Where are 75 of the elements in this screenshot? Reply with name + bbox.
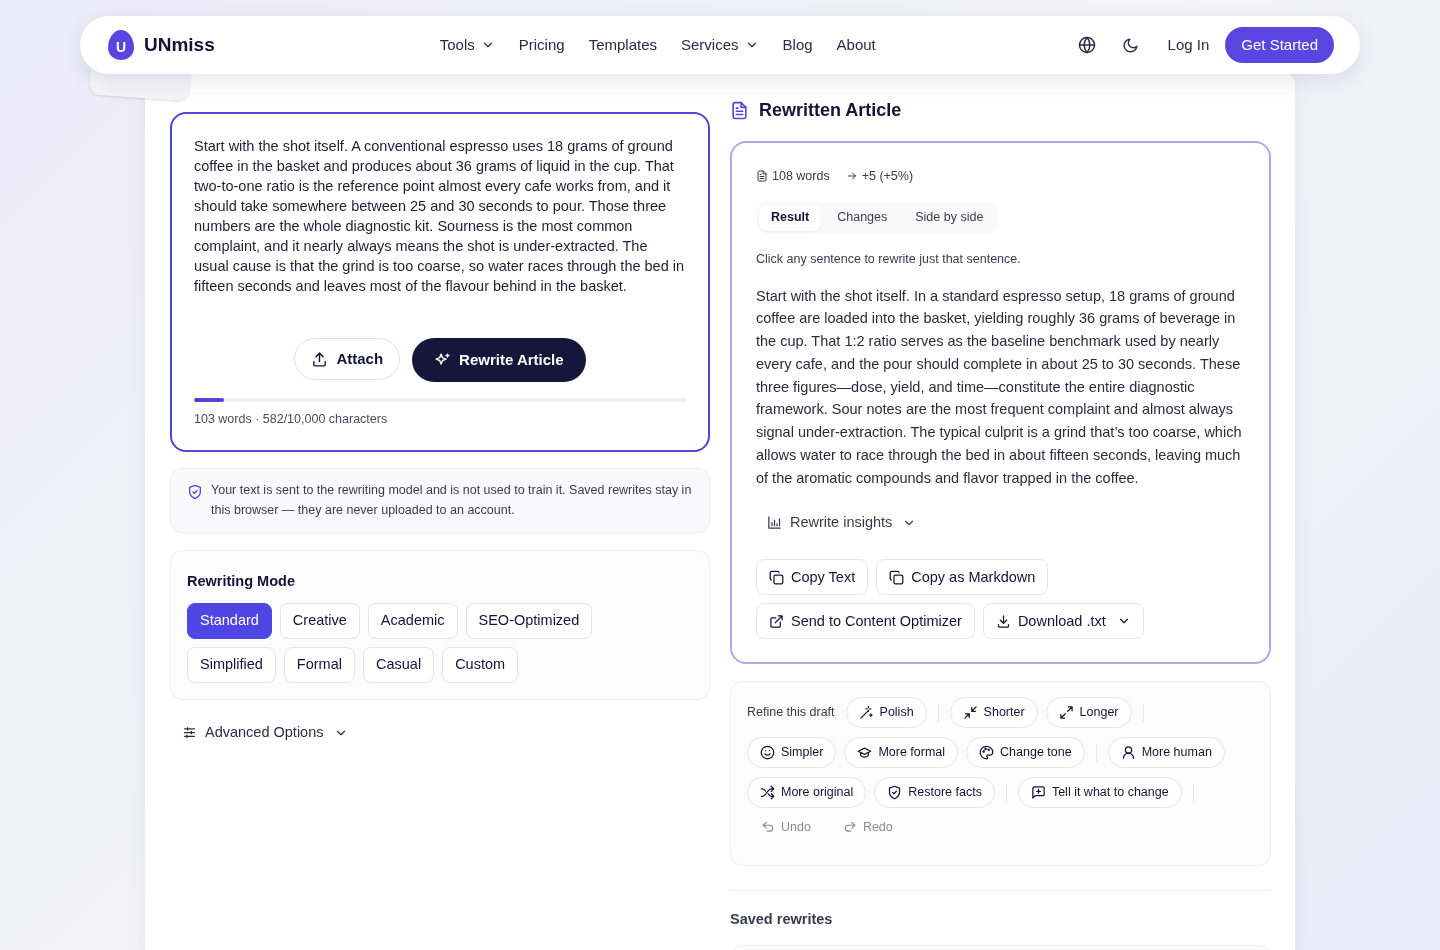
brand-name[interactable]: UNmiss bbox=[144, 30, 215, 60]
attach-button[interactable]: Attach bbox=[294, 338, 401, 380]
nav-link[interactable]: Services bbox=[681, 33, 759, 57]
rewriting-mode-title: Rewriting Mode bbox=[187, 572, 296, 591]
get-started-button[interactable]: Get Started bbox=[1225, 27, 1334, 63]
copy-icon bbox=[769, 569, 784, 585]
nav-link[interactable]: Blog bbox=[782, 33, 813, 57]
person-icon bbox=[1120, 745, 1136, 760]
shrink-arrows-icon bbox=[962, 705, 978, 720]
view-tab[interactable]: Side by side bbox=[903, 204, 996, 231]
redo-icon bbox=[842, 820, 857, 835]
sentence-hint: Click any sentence to rewrite just that sentence. bbox=[756, 250, 1022, 268]
saved-rewrites-title: Saved rewrites bbox=[730, 910, 834, 929]
bar-chart-icon bbox=[767, 515, 782, 531]
undo-icon bbox=[761, 820, 775, 835]
refine-chip[interactable]: Shorter bbox=[949, 697, 1038, 728]
rewritten-article-title: Rewritten Article bbox=[759, 98, 902, 122]
refine-label: Refine this draft bbox=[747, 704, 835, 722]
action-button[interactable]: Send to Content Optimizer bbox=[756, 603, 975, 640]
mode-chip[interactable]: Creative bbox=[279, 602, 360, 639]
external-link-icon bbox=[769, 613, 784, 629]
message-plus-icon bbox=[1030, 785, 1046, 800]
graduation-cap-icon bbox=[857, 745, 873, 760]
nav-link[interactable]: Tools bbox=[439, 33, 495, 57]
mode-chip[interactable]: Casual bbox=[363, 646, 435, 683]
article-input-field[interactable]: Start with the shot itself. A conventional espresso uses 18 grams of ground coffee in the basket and produces about 36 grams of liquid in the cup. That two-to-one ratio is the reference point almost every cafe works from, and it should take somewhere between 25 and 30 seconds to pour. Those three numbers are the whole diagnostic kit. Sourness is the most common complaint, and it nearly always means the shot is under-extracted. The usual cause is that the grind is too coarse, so water races through the bed in fifteen seconds and leaves most of the flavour behind in the basket. Attach Rewrite Article 103 words · 582/10,000 characters bbox=[170, 112, 710, 452]
word-count: 108 words bbox=[772, 168, 830, 185]
arrow-right-icon bbox=[845, 170, 858, 183]
mode-chip[interactable]: Academic bbox=[367, 602, 458, 639]
nav-link[interactable]: Pricing bbox=[518, 33, 565, 57]
rewrite-article-button[interactable]: Rewrite Article bbox=[412, 338, 586, 382]
advanced-options-toggle[interactable]: Advanced Options bbox=[182, 721, 348, 744]
refine-chip[interactable]: Simpler bbox=[747, 737, 837, 768]
login-link[interactable]: Log In bbox=[1167, 33, 1210, 57]
refine-chip[interactable]: Polish bbox=[845, 697, 927, 728]
rewritten-article-text: Start with the shot itself. In a standard espresso setup, 18 grams of ground coffee are loaded into the basket, yielding roughly 36 grams of beverage in the cup. That 1:2 ratio serves as the baseline benchmark used by nearly every cafe, and the pour should complete in about 25 to 30 seconds. These three figures—dose, yield, and time—constitute the entire diagnostic framework. Sour notes are the most frequent complaint and almost always signal under-extraction. The typical culprit is a grind that’s too coarse, which allows water to race through the bed in about fifteen seconds, leaving much of the aromatic compounds and flavor trapped in the coffee. bbox=[756, 286, 1243, 488]
action-button[interactable]: Download .txt bbox=[982, 603, 1144, 640]
palette-icon bbox=[979, 745, 995, 760]
mode-chip[interactable]: Formal bbox=[283, 646, 355, 683]
refine-chip[interactable]: More original bbox=[747, 777, 867, 808]
action-button[interactable]: Copy as Markdown bbox=[876, 559, 1049, 596]
mode-chip[interactable]: Custom bbox=[442, 646, 519, 683]
mode-chip[interactable]: SEO-Optimized bbox=[465, 602, 593, 639]
smiley-icon bbox=[760, 745, 775, 760]
shield-check-icon bbox=[187, 484, 203, 500]
logo-icon[interactable]: U bbox=[108, 30, 134, 60]
sliders-icon bbox=[182, 725, 197, 741]
mode-chip[interactable]: Simplified bbox=[187, 646, 276, 683]
view-tab[interactable]: Changes bbox=[825, 204, 900, 231]
character-count: 103 words · 582/10,000 characters bbox=[194, 411, 389, 428]
refine-chip[interactable]: Change tone bbox=[966, 737, 1085, 768]
refine-chip[interactable]: Restore facts bbox=[874, 777, 995, 808]
rewrite-insights-toggle[interactable]: Rewrite insights bbox=[767, 511, 917, 534]
privacy-note: Your text is sent to the rewriting model and is not used to train it. Saved rewrites stay in this browser — they are never uploaded to an account. bbox=[211, 482, 693, 519]
nav-link[interactable]: About bbox=[836, 33, 876, 57]
upload-icon bbox=[311, 350, 329, 368]
magic-wand-icon bbox=[858, 705, 874, 720]
mode-chip[interactable]: Standard bbox=[187, 602, 272, 639]
globe-icon bbox=[1077, 36, 1096, 54]
moon-icon bbox=[1122, 36, 1140, 54]
refine-chip[interactable]: More formal bbox=[844, 737, 959, 768]
action-button[interactable]: Copy Text bbox=[756, 559, 869, 596]
shield-check-icon bbox=[887, 785, 903, 800]
word-delta: +5 (+5%) bbox=[861, 168, 914, 185]
refine-chip[interactable]: Tell it what to change bbox=[1017, 777, 1182, 808]
nav-link[interactable]: Templates bbox=[588, 33, 657, 57]
download-icon bbox=[995, 613, 1011, 629]
refine-chip[interactable]: More human bbox=[1107, 737, 1225, 768]
copy-icon bbox=[889, 569, 905, 585]
view-tab[interactable]: Result bbox=[759, 204, 822, 231]
expand-arrows-icon bbox=[1058, 705, 1074, 720]
document-icon bbox=[756, 170, 768, 183]
refine-chip[interactable]: Longer bbox=[1045, 697, 1132, 728]
document-icon bbox=[730, 100, 749, 120]
shuffle-icon bbox=[760, 785, 775, 800]
